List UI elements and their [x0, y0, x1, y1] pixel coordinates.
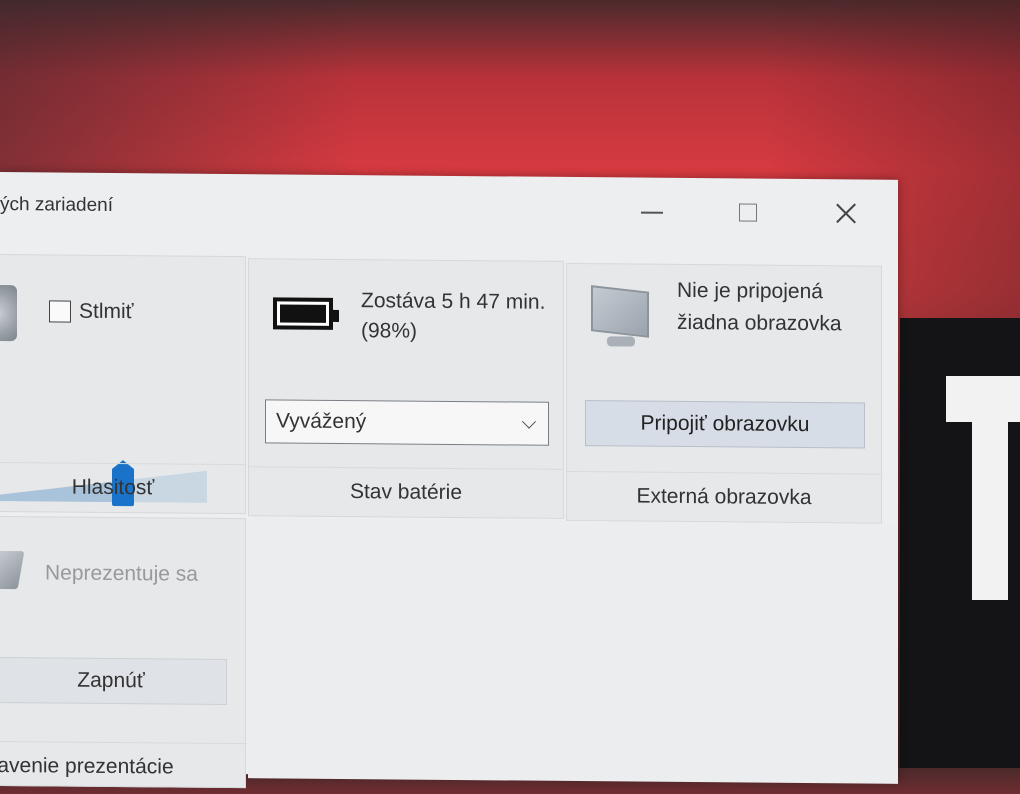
battery-footer: Stav batérie: [249, 466, 563, 518]
display-footer: Externá obrazovka: [567, 470, 881, 523]
window-title: ých zariadení: [0, 194, 114, 216]
mute-checkbox[interactable]: [49, 300, 71, 323]
battery-icon: [273, 297, 339, 330]
maximize-icon: [739, 203, 757, 222]
minimize-button[interactable]: [632, 194, 672, 230]
close-icon: [834, 201, 858, 225]
close-button[interactable]: [826, 195, 866, 231]
chevron-down-icon: [521, 414, 537, 429]
presentation-footer: stavenie prezentácie: [0, 740, 247, 781]
external-display-tile: Nie je pripojená žiadna obrazovka Pripoj…: [566, 262, 882, 524]
presentation-status: Neprezentuje sa: [45, 561, 198, 586]
volume-tile: Stlmiť Hlasitosť: [0, 253, 246, 515]
connect-display-button[interactable]: Pripojiť obrazovku: [585, 400, 865, 449]
battery-tile: Zostáva 5 h 47 min. (98%) Vyvážený Stav …: [248, 258, 564, 519]
power-plan-value: Vyvážený: [276, 409, 367, 434]
projector-icon: [0, 550, 25, 590]
display-status: Nie je pripojená žiadna obrazovka: [677, 278, 842, 336]
maximize-button[interactable]: [728, 194, 768, 230]
background-letter-graphic: [946, 376, 1020, 600]
empty-tile-area: [248, 518, 898, 784]
monitor-icon: [587, 284, 649, 355]
power-plan-select[interactable]: Vyvážený: [265, 399, 549, 446]
battery-status: Zostáva 5 h 47 min. (98%): [361, 289, 546, 343]
letter-bar-stem: [972, 376, 1008, 600]
presentation-tile: Neprezentuje sa Zapnúť stavenie prezentá…: [0, 515, 247, 789]
speaker-icon: [0, 284, 17, 342]
minimize-icon: [641, 211, 663, 214]
mobility-center-window: ých zariadení Stlmiť Hlasitosť Zostáva 5…: [0, 172, 898, 789]
mute-checkbox-group[interactable]: Stlmiť: [49, 299, 134, 324]
mute-label: Stlmiť: [79, 299, 134, 324]
presentation-on-button[interactable]: Zapnúť: [0, 656, 227, 705]
volume-footer: Hlasitosť: [0, 461, 245, 514]
